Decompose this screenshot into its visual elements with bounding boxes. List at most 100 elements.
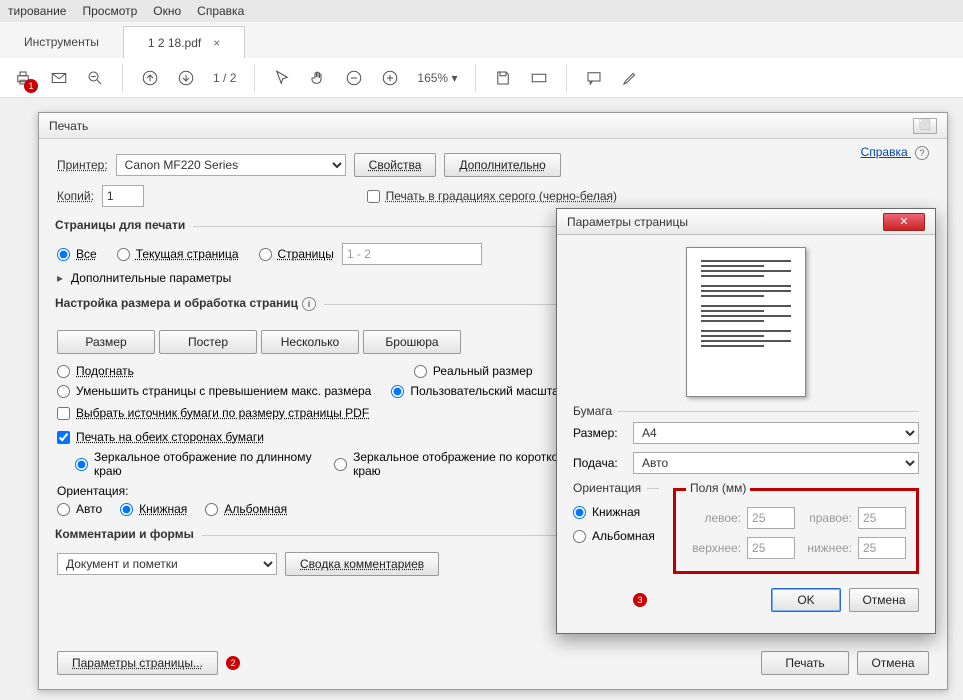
size-heading-label: Настройка размера и обработка страниц [55,296,298,310]
paper-size-select[interactable]: A4 [633,422,919,444]
custom-radio[interactable] [391,385,404,398]
comments-select[interactable]: Документ и пометки [57,553,277,575]
mail-icon[interactable] [50,69,68,87]
seg-poster-button[interactable]: Постер [159,330,257,354]
fit-radio[interactable] [57,365,70,378]
margin-bottom-label: нижнее: [801,541,852,555]
ps-portrait-label: Книжная [592,505,640,519]
save-icon[interactable] [494,69,512,87]
orient-land-radio[interactable] [205,503,218,516]
duplex-checkbox[interactable] [57,431,70,444]
printer-select[interactable]: Canon MF220 Series [116,154,346,176]
paper-feed-select[interactable]: Авто [633,452,919,474]
margin-top-label: верхнее: [686,541,741,555]
shrink-label: Уменьшить страницы с превышением макс. р… [76,384,371,398]
ps-portrait-radio[interactable] [573,506,586,519]
tab-tools[interactable]: Инструменты [0,26,123,58]
advanced-button[interactable]: Дополнительно [444,153,560,177]
separator [566,64,567,92]
chevron-right-icon[interactable]: ▸ [57,271,63,285]
tab-document-label: 1 2 18.pdf [148,36,201,50]
margin-right-input[interactable] [858,507,906,529]
zoom-out-icon[interactable] [86,69,104,87]
pages-heading: Страницы для печати [55,218,193,232]
size-heading: Настройка размера и обработка страниц i [55,296,324,311]
select-icon[interactable] [273,69,291,87]
orient-land-label: Альбомная [224,502,287,516]
properties-button[interactable]: Свойства [354,153,437,177]
ps-cancel-button[interactable]: Отмена [849,588,919,612]
orient-auto-radio[interactable] [57,503,70,516]
zoom-minus-icon[interactable] [345,69,363,87]
zoom-plus-icon[interactable] [381,69,399,87]
comments-summary-button[interactable]: Сводка комментариев [285,552,439,576]
pages-current-radio[interactable] [117,248,130,261]
page-up-icon[interactable] [141,69,159,87]
cancel-button[interactable]: Отмена [857,651,929,675]
tabbar: Инструменты 1 2 18.pdf × [0,22,963,58]
printer-label: Принтер: [57,158,108,172]
seg-multiple-button[interactable]: Несколько [261,330,359,354]
ok-label: OK [797,593,814,607]
print-button[interactable]: Печать [761,651,849,675]
grayscale-checkbox[interactable] [367,190,380,203]
close-icon[interactable]: × [213,36,220,50]
pages-range-radio[interactable] [259,248,272,261]
source-checkbox[interactable] [57,407,70,420]
copies-input[interactable] [102,185,144,207]
flip-long-radio[interactable] [75,458,88,471]
comments-summary-label: Сводка комментариев [300,557,424,571]
actual-radio[interactable] [414,365,427,378]
margin-left-input[interactable] [747,507,795,529]
menu-edit[interactable]: тирование [8,4,66,18]
page-indicator: 1 / 2 [213,71,236,85]
ok-button[interactable]: OK [771,588,841,612]
print-icon[interactable]: 1 [14,69,32,87]
pages-current-label: Текущая страница [136,247,239,261]
menu-view[interactable]: Просмотр [82,4,137,18]
margin-bottom-input[interactable] [858,537,906,559]
page-down-icon[interactable] [177,69,195,87]
zoom-level[interactable]: 165% ▾ [417,71,457,85]
toolbar: 1 1 / 2 165% ▾ [0,58,963,98]
seg-booklet-button[interactable]: Брошюра [363,330,461,354]
info-icon: i [302,297,316,311]
paper-size-label: Размер: [573,426,623,440]
pagesetup-dialog: Параметры страницы ✕ Бумага Размер: A4 П… [556,208,936,634]
pagesetup-title: Параметры страницы [567,215,688,229]
seg-size-button[interactable]: Размер [57,330,155,354]
paper-heading: Бумага [573,404,618,418]
cancel-btn-label: Отмена [871,656,914,670]
help-link[interactable]: Справка ? [861,145,929,160]
pages-range-input[interactable] [342,243,482,265]
maximize-button[interactable]: ⬜ [913,118,937,134]
comment-icon[interactable] [585,69,603,87]
menu-help[interactable]: Справка [197,4,244,18]
pages-all-radio[interactable] [57,248,70,261]
separator [475,64,476,92]
pages-range-label: Страницы [278,247,334,261]
margin-right-label: правое: [801,511,852,525]
menubar: тирование Просмотр Окно Справка [0,0,963,22]
pages-more[interactable]: Дополнительные параметры [71,271,231,285]
flip-short-radio[interactable] [334,458,347,471]
page-current: 1 [213,71,220,85]
keyboard-icon[interactable] [530,69,548,87]
hand-icon[interactable] [309,69,327,87]
pagesetup-button[interactable]: Параметры страницы... [57,651,218,675]
orient-port-radio[interactable] [120,503,133,516]
margin-top-input[interactable] [747,537,795,559]
ps-landscape-label: Альбомная [592,529,655,543]
tab-document[interactable]: 1 2 18.pdf × [123,26,245,58]
print-btn-label: Печать [785,656,824,670]
highlight-icon[interactable] [621,69,639,87]
badge-1: 1 [24,79,38,93]
menu-window[interactable]: Окно [153,4,181,18]
dialog-title: Печать [49,119,88,133]
properties-label: Свойства [369,158,422,172]
badge-3: 3 [633,593,647,607]
shrink-radio[interactable] [57,385,70,398]
ps-landscape-radio[interactable] [573,530,586,543]
page-preview [686,247,806,397]
close-button[interactable]: ✕ [883,213,925,231]
